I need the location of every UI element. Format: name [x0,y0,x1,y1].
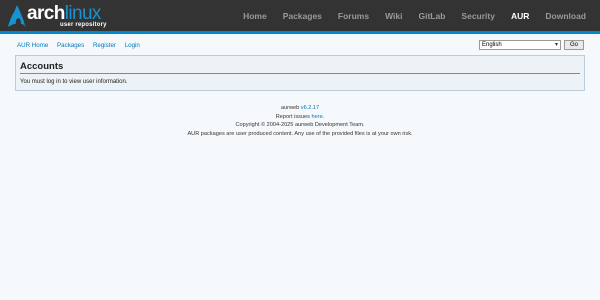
language-select[interactable]: English ▾ [478,40,561,50]
arch-logo-icon [8,5,26,27]
nav-gitlab[interactable]: GitLab [419,11,446,21]
logo-subtitle: user repository [60,22,107,28]
page-title: Accounts [20,61,580,74]
footer-version-link[interactable]: v6.2.17 [301,105,319,111]
sub-navigation: AUR Home Packages Register Login English… [0,34,600,56]
nav-aur[interactable]: AUR [511,11,529,21]
accounts-panel: Accounts You must log in to view user in… [15,55,585,91]
nav-wiki[interactable]: Wiki [385,11,402,21]
logo-brand-light: linux [64,3,102,24]
link-aur-home[interactable]: AUR Home [17,42,48,49]
main-nav: Home Packages Forums Wiki GitLab Securit… [227,0,586,31]
top-header: archlinux user repository Home Packages … [0,0,600,34]
nav-forums[interactable]: Forums [338,11,369,21]
link-login[interactable]: Login [125,42,140,49]
login-required-message: You must log in to view user information… [20,79,128,85]
arch-logo[interactable]: archlinux user repository [8,3,106,28]
language-go-button[interactable]: Go [563,40,584,50]
footer-disclaimer: AUR packages are user produced content. … [187,130,413,137]
nav-packages[interactable]: Packages [283,11,322,21]
nav-download[interactable]: Download [545,11,586,21]
footer-report-line: Report issues here. [0,113,600,122]
footer-version-line: aurweb v6.2.17 [0,104,600,113]
footer-copyright: Copyright © 2004-2025 aurweb Development… [235,122,365,128]
chevron-down-icon: ▾ [554,42,558,48]
link-register[interactable]: Register [93,42,116,49]
nav-security[interactable]: Security [461,11,495,21]
aur-links: AUR Home Packages Register Login [17,42,147,49]
nav-home[interactable]: Home [243,11,267,21]
language-selected: English [481,42,502,48]
footer-version-prefix: aurweb [280,105,300,111]
link-packages[interactable]: Packages [57,42,84,49]
footer-report-prefix: Report issues [275,113,310,120]
footer-report-link[interactable]: here [312,114,323,120]
logo-brand-dark: arch [27,3,65,24]
language-form: English ▾ Go [478,40,584,50]
footer-report-suffix: . [322,113,325,120]
footer: aurweb v6.2.17 Report issues here. Copyr… [0,104,600,138]
